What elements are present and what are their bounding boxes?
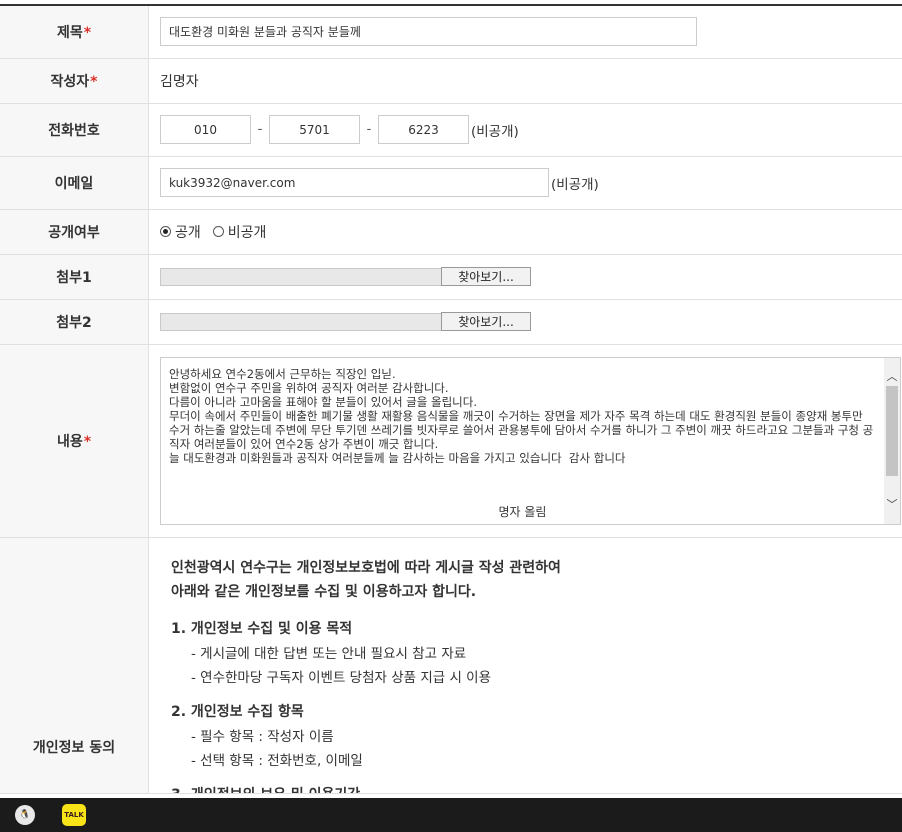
scroll-down-icon[interactable]: ﹀ bbox=[884, 496, 900, 513]
consent-section-list: - 필수 항목 : 작성자 이름 - 선택 항목 : 전화번호, 이메일 bbox=[171, 725, 902, 773]
content-body-text: 안녕하세요 연수2동에서 근무하는 직장인 입닏. 변함없이 연수구 주민을 위… bbox=[169, 366, 874, 465]
visibility-private-label[interactable]: 비공개 bbox=[228, 225, 267, 241]
list-item: - 필수 항목 : 작성자 이름 bbox=[191, 728, 334, 745]
attach2-label: 첨부2 bbox=[0, 299, 149, 345]
required-mark: * bbox=[83, 24, 92, 41]
consent-intro: 인천광역시 연수구는 개인정보보호법에 따라 게시글 작성 관련하여 아래와 같… bbox=[171, 559, 561, 600]
attach2-path-field[interactable] bbox=[160, 312, 442, 331]
content-textarea[interactable]: 안녕하세요 연수2동에서 근무하는 직장인 입닏. 변함없이 연수구 주민을 위… bbox=[160, 356, 901, 525]
consent-section-heading: 3. 개인정보의 보유 및 이용기간 bbox=[171, 784, 902, 793]
list-item: - 연수한마당 구독자 이벤트 당첨자 상품 지급 시 이용 bbox=[191, 669, 492, 686]
phone-private-note: (비공개) bbox=[471, 123, 519, 140]
title-label: 제목* bbox=[0, 6, 149, 59]
row-phone: 전화번호 - - (비공개) bbox=[0, 103, 902, 157]
row-attach1: 첨부1 찾아보기... bbox=[0, 254, 902, 300]
attach1-browse-button[interactable]: 찾아보기... bbox=[441, 267, 531, 286]
taskbar: 🐧 TALK bbox=[0, 798, 902, 832]
list-item: - 선택 항목 : 전화번호, 이메일 bbox=[191, 752, 363, 769]
attach2-browse-button[interactable]: 찾아보기... bbox=[441, 312, 531, 331]
content-signature: 명자 올림 bbox=[498, 504, 547, 519]
row-author: 작성자* 김명자 bbox=[0, 58, 902, 104]
row-attach2: 첨부2 찾아보기... bbox=[0, 299, 902, 345]
scroll-up-icon[interactable]: ︿ bbox=[884, 368, 900, 385]
content-scrollbar[interactable]: ︿ ﹀ bbox=[884, 357, 900, 524]
visibility-public-label[interactable]: 공개 bbox=[175, 225, 201, 241]
post-form: 제목* 작성자* 김명자 전화번호 - - (비공개) 이메일 (비공개) 공개여부… bbox=[0, 6, 902, 794]
title-input[interactable] bbox=[160, 17, 697, 47]
row-visibility: 공개여부 공개 비공개 bbox=[0, 209, 902, 255]
phone-part1-input[interactable] bbox=[160, 115, 251, 144]
phone-dash: - bbox=[366, 122, 372, 137]
penguin-app-icon[interactable]: 🐧 bbox=[15, 805, 35, 825]
list-item: - 게시글에 대한 답변 또는 안내 필요시 참고 자료 bbox=[191, 645, 467, 662]
consent-section-heading: 2. 개인정보 수집 항목 bbox=[171, 703, 304, 720]
attach1-file-input: 찾아보기... bbox=[160, 267, 902, 286]
kakaotalk-icon[interactable]: TALK bbox=[62, 804, 86, 826]
content-label: 내용* bbox=[0, 344, 149, 538]
email-private-note: (비공개) bbox=[551, 176, 599, 193]
row-content: 내용* 안녕하세요 연수2동에서 근무하는 직장인 입닏. 변함없이 연수구 주… bbox=[0, 344, 902, 538]
visibility-private-radio[interactable] bbox=[212, 226, 224, 237]
visibility-public-radio[interactable] bbox=[160, 226, 171, 237]
email-input[interactable] bbox=[160, 168, 549, 197]
phone-dash: - bbox=[257, 122, 263, 137]
phone-label: 전화번호 bbox=[0, 103, 149, 157]
author-value: 김명자 bbox=[160, 73, 199, 90]
consent-section-list: - 게시글에 대한 답변 또는 안내 필요시 참고 자료 - 연수한마당 구독자… bbox=[171, 642, 902, 690]
attach1-label: 첨부1 bbox=[0, 254, 149, 300]
row-consent: 개인정보 동의 인천광역시 연수구는 개인정보보호법에 따라 게시글 작성 관련… bbox=[0, 537, 902, 794]
privacy-consent-text: 인천광역시 연수구는 개인정보보호법에 따라 게시글 작성 관련하여 아래와 같… bbox=[149, 538, 902, 793]
phone-part3-input[interactable] bbox=[378, 115, 469, 144]
email-label: 이메일 bbox=[0, 156, 149, 210]
row-title: 제목* bbox=[0, 6, 902, 59]
visibility-label: 공개여부 bbox=[0, 209, 149, 255]
attach1-path-field[interactable] bbox=[160, 267, 442, 286]
scroll-thumb[interactable] bbox=[886, 385, 898, 476]
row-email: 이메일 (비공개) bbox=[0, 156, 902, 210]
required-mark: * bbox=[83, 433, 92, 450]
attach2-file-input: 찾아보기... bbox=[160, 312, 902, 331]
consent-label: 개인정보 동의 bbox=[0, 537, 149, 794]
consent-section-heading: 1. 개인정보 수집 및 이용 목적 bbox=[171, 620, 353, 637]
author-label: 작성자* bbox=[0, 58, 149, 104]
phone-part2-input[interactable] bbox=[269, 115, 360, 144]
required-mark: * bbox=[90, 73, 98, 90]
write-post-page: 제목* 작성자* 김명자 전화번호 - - (비공개) 이메일 (비공개) 공개여부… bbox=[0, 0, 902, 832]
